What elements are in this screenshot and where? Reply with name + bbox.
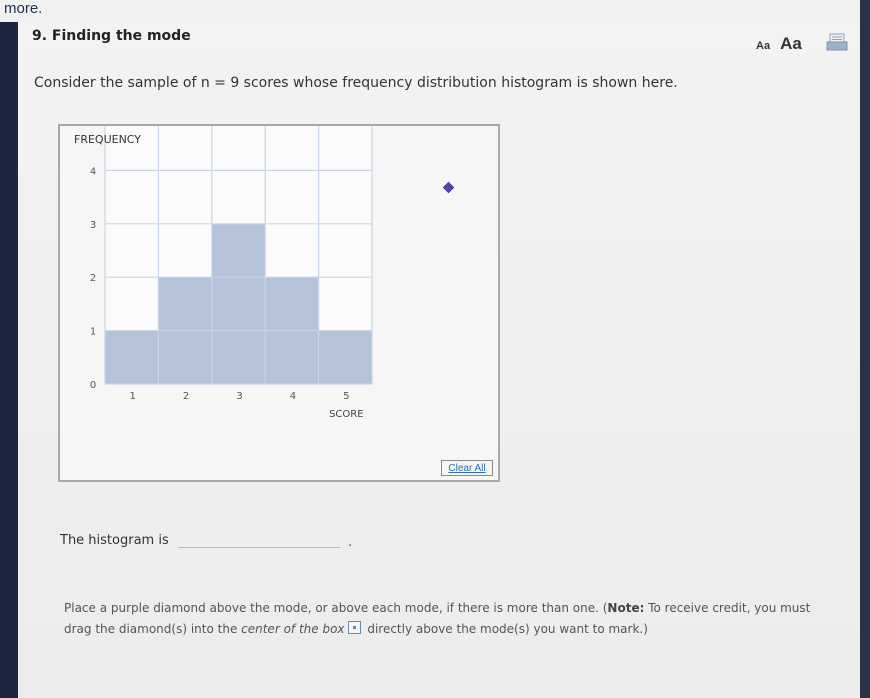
- x-tick-label: 2: [183, 391, 189, 402]
- x-axis-label: SCORE: [329, 409, 363, 420]
- x-tick-label: 3: [236, 391, 242, 402]
- target-box-icon: [347, 621, 361, 634]
- histogram-bar: [105, 330, 159, 384]
- x-tick-label: 1: [130, 391, 136, 402]
- font-large-button[interactable]: Aa: [780, 34, 802, 54]
- font-small-button[interactable]: Aa: [756, 40, 770, 52]
- note-label: Note:: [607, 601, 645, 615]
- question-prompt: Consider the sample of n = 9 scores whos…: [34, 75, 678, 91]
- page: more. 9. Finding the mode Aa Aa Consider…: [0, 0, 860, 698]
- clear-all-button[interactable]: Clear All: [441, 460, 493, 476]
- instructions-part1: Place a purple diamond above the mode, o…: [64, 601, 608, 615]
- question-title: 9. Finding the mode: [32, 28, 191, 44]
- x-tick-label: 5: [343, 391, 349, 402]
- answer-dropdown[interactable]: [178, 546, 340, 548]
- instructions-text: Place a purple diamond above the mode, o…: [64, 598, 824, 640]
- answer-period: .: [348, 535, 353, 550]
- answer-prompt: The histogram is: [60, 533, 169, 548]
- histogram-chart[interactable]: 01234512345FREQUENCYSCORE: [60, 126, 498, 480]
- x-tick-label: 4: [290, 391, 296, 402]
- histogram-bar: [211, 223, 266, 384]
- purple-diamond-icon[interactable]: [443, 182, 454, 193]
- print-icon[interactable]: [826, 33, 848, 51]
- y-tick-label: 4: [90, 166, 96, 177]
- y-axis-label: FREQUENCY: [74, 133, 141, 146]
- y-tick-label: 3: [90, 220, 96, 231]
- y-tick-label: 1: [90, 327, 96, 338]
- histogram-panel: 01234512345FREQUENCYSCORE Clear All: [58, 124, 500, 482]
- font-size-tools: Aa Aa: [756, 34, 802, 54]
- histogram-bar: [318, 330, 372, 384]
- y-tick-label: 0: [90, 380, 96, 391]
- instructions-part3: center of the box: [241, 622, 345, 636]
- instructions-part4: directly above the mode(s) you want to m…: [363, 622, 648, 636]
- y-tick-label: 2: [90, 273, 96, 284]
- more-link[interactable]: more.: [4, 0, 42, 17]
